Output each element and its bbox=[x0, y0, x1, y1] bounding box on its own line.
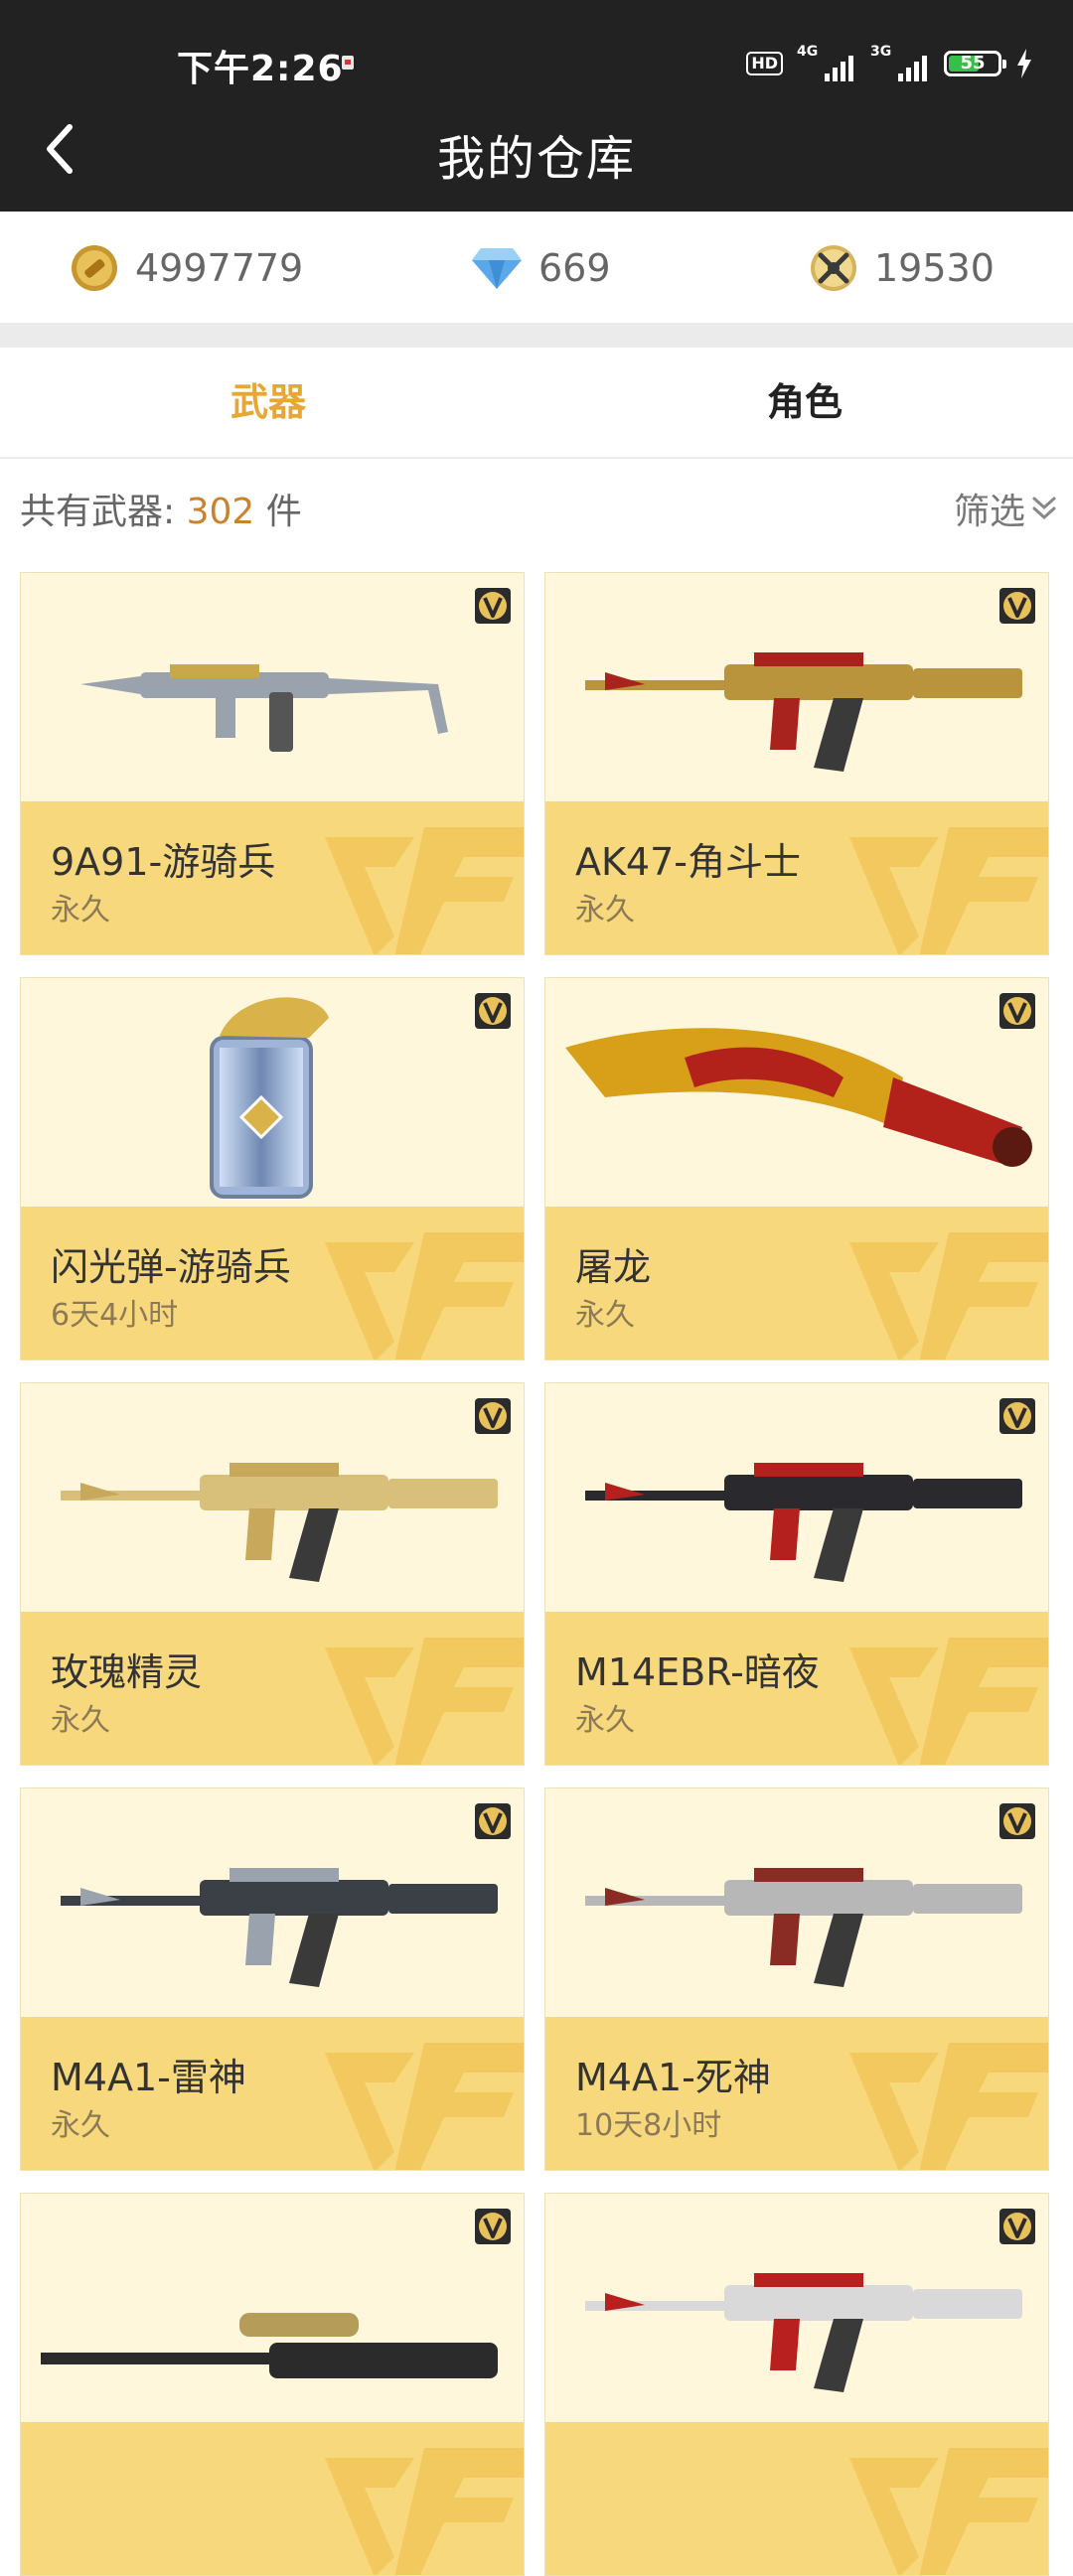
vip-badge-icon bbox=[998, 2208, 1036, 2245]
gold-value: 4997779 bbox=[135, 246, 304, 290]
gold-coin-icon bbox=[72, 245, 117, 291]
cf-watermark-icon bbox=[849, 2438, 1048, 2575]
tab-bar: 武器 角色 bbox=[0, 348, 1073, 459]
cf-watermark-icon bbox=[849, 817, 1048, 954]
weapon-card[interactable]: M4A1-雷神永久 bbox=[20, 1788, 525, 2171]
card-info: M14EBR-暗夜永久 bbox=[545, 1612, 1048, 1765]
filter-label: 筛选 bbox=[953, 492, 1025, 532]
weapon-name: M4A1-死神 bbox=[575, 2056, 771, 2099]
weapon-card[interactable] bbox=[544, 2193, 1049, 2576]
diamond-value: 669 bbox=[538, 246, 611, 290]
cf-watermark-icon bbox=[849, 1628, 1048, 1765]
card-info: 屠龙 永久 bbox=[545, 1207, 1048, 1360]
vip-badge-icon bbox=[474, 587, 512, 625]
gold-balance: 4997779 bbox=[70, 243, 303, 293]
count-prefix: 共有武器: bbox=[20, 492, 176, 532]
weapon-name: 玫瑰精灵 bbox=[51, 1650, 203, 1694]
weapon-name: 闪光弹-游骑兵 bbox=[51, 1245, 291, 1289]
card-info: AK47-角斗士永久 bbox=[545, 801, 1048, 954]
weapon-duration: 永久 bbox=[51, 893, 110, 928]
diamond-balance: 669 bbox=[471, 243, 611, 293]
tab-roles[interactable]: 角色 bbox=[536, 348, 1073, 457]
honor-balance: 19530 bbox=[809, 243, 995, 293]
currency-bar: 4997779 669 19530 bbox=[0, 212, 1073, 323]
card-info: M4A1-死神 10天8小时 bbox=[545, 2017, 1048, 2170]
vip-badge-icon bbox=[998, 1397, 1036, 1435]
weapon-image bbox=[21, 978, 524, 1209]
weapon-name: M4A1-雷神 bbox=[51, 2056, 246, 2099]
notification-icon bbox=[342, 56, 354, 70]
weapon-card[interactable] bbox=[20, 2193, 525, 2576]
weapon-image bbox=[21, 2194, 524, 2424]
diamond-icon bbox=[472, 248, 522, 289]
vip-badge-icon bbox=[474, 1397, 512, 1435]
top-bar: 下午2:26 HD 4G 3G 55 我的仓库 bbox=[0, 0, 1073, 212]
weapon-grid: 9A91-游骑兵 永久 AK47-角斗士 永久 闪光弹-游骑兵 6天4小时 屠龙 永久 bbox=[20, 572, 1053, 2576]
weapon-name: 9A91-游骑兵 bbox=[51, 840, 276, 884]
weapon-card[interactable]: 屠龙 永久 bbox=[544, 977, 1049, 1360]
weapon-card[interactable]: 闪光弹-游骑兵 6天4小时 bbox=[20, 977, 525, 1360]
card-info bbox=[21, 2422, 524, 2575]
vip-badge-icon bbox=[474, 2208, 512, 2245]
vip-badge-icon bbox=[998, 587, 1036, 625]
cf-watermark-icon bbox=[325, 2438, 524, 2575]
cf-watermark-icon bbox=[325, 1222, 524, 1360]
page-title: 我的仓库 bbox=[436, 131, 636, 187]
weapon-duration: 永久 bbox=[575, 1298, 635, 1333]
status-time: 下午2:26 bbox=[177, 49, 344, 89]
filter-button[interactable]: 筛选 bbox=[954, 483, 1057, 534]
vip-badge-icon bbox=[998, 1802, 1036, 1840]
vip-badge-icon bbox=[474, 992, 512, 1030]
weapon-card[interactable]: 9A91-游骑兵永久 bbox=[20, 572, 525, 955]
count-number: 302 bbox=[186, 492, 255, 532]
honor-value: 19530 bbox=[874, 246, 995, 290]
signal-4g-icon: 4G bbox=[797, 44, 856, 81]
tab-weapons[interactable]: 武器 bbox=[0, 348, 536, 457]
weapon-duration: 永久 bbox=[575, 893, 635, 928]
weapon-image bbox=[545, 1383, 1048, 1614]
weapon-image bbox=[21, 1789, 524, 2019]
weapon-duration: 永久 bbox=[575, 1703, 635, 1738]
weapon-image bbox=[21, 1383, 524, 1614]
cf-watermark-icon bbox=[325, 2033, 524, 2170]
vip-badge-icon bbox=[474, 1802, 512, 1840]
cf-watermark-icon bbox=[849, 1222, 1048, 1360]
charging-icon bbox=[1017, 49, 1031, 78]
weapon-image bbox=[545, 978, 1048, 1209]
cf-watermark-icon bbox=[325, 1628, 524, 1765]
weapon-image bbox=[545, 1789, 1048, 2019]
card-info: 玫瑰精灵 永久 bbox=[21, 1612, 524, 1765]
signal-3g-icon: 3G bbox=[870, 44, 930, 81]
weapon-count: 共有武器: 302 件 bbox=[20, 483, 302, 534]
weapon-name: M14EBR-暗夜 bbox=[575, 1650, 820, 1694]
divider bbox=[0, 323, 1073, 348]
weapon-card[interactable]: M14EBR-暗夜永久 bbox=[544, 1382, 1049, 1766]
weapon-image bbox=[545, 2194, 1048, 2424]
status-indicators: HD 4G 3G 55 bbox=[746, 44, 1033, 83]
vip-badge-icon bbox=[998, 992, 1036, 1030]
count-suffix: 件 bbox=[265, 492, 302, 532]
weapon-image bbox=[545, 573, 1048, 803]
card-info bbox=[545, 2422, 1048, 2575]
hd-icon: HD bbox=[746, 52, 783, 75]
card-info: 9A91-游骑兵永久 bbox=[21, 801, 524, 954]
weapon-card[interactable]: 玫瑰精灵 永久 bbox=[20, 1382, 525, 1766]
weapon-card[interactable]: AK47-角斗士永久 bbox=[544, 572, 1049, 955]
card-info: 闪光弹-游骑兵 6天4小时 bbox=[21, 1207, 524, 1360]
double-chevron-down-icon bbox=[1032, 497, 1056, 520]
weapon-duration: 6天4小时 bbox=[51, 1298, 179, 1333]
cf-watermark-icon bbox=[849, 2033, 1048, 2170]
weapon-name: AK47-角斗士 bbox=[575, 840, 801, 884]
cf-watermark-icon bbox=[325, 817, 524, 954]
weapon-name: 屠龙 bbox=[575, 1245, 652, 1289]
weapon-duration: 10天8小时 bbox=[575, 2108, 722, 2143]
card-info: M4A1-雷神永久 bbox=[21, 2017, 524, 2170]
weapon-image bbox=[21, 573, 524, 803]
battery-icon: 55 bbox=[944, 51, 1006, 76]
weapon-duration: 永久 bbox=[51, 2108, 110, 2143]
weapon-card[interactable]: M4A1-死神 10天8小时 bbox=[544, 1788, 1049, 2171]
crossed-swords-icon bbox=[811, 245, 856, 291]
weapon-duration: 永久 bbox=[51, 1703, 110, 1738]
